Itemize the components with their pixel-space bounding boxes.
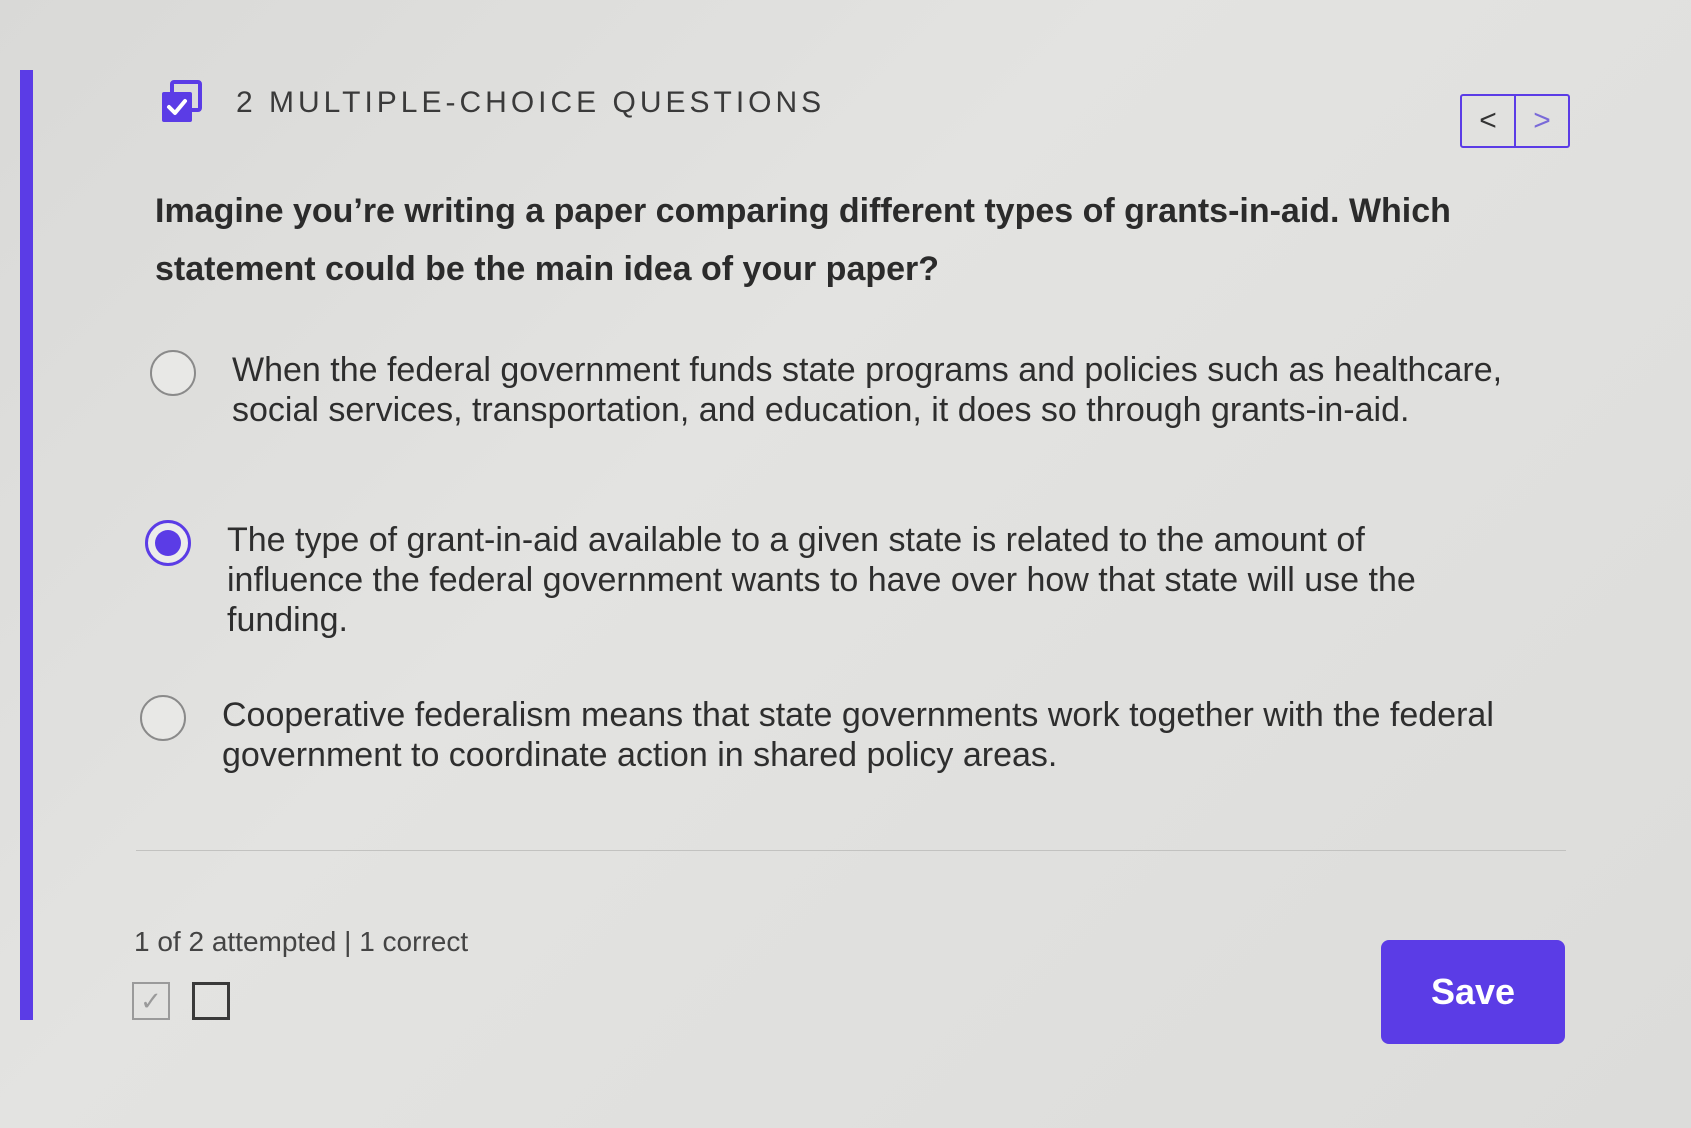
question-text: Imagine you’re writing a paper comparing… [155, 192, 1451, 288]
radio-button[interactable] [150, 350, 196, 396]
question-navigation: < > [1460, 94, 1570, 148]
accent-bar [20, 70, 33, 1020]
question-1-progress-box[interactable]: ✓ [132, 982, 170, 1020]
radio-button[interactable] [140, 695, 186, 741]
answer-option-1[interactable]: When the federal government funds state … [150, 350, 1550, 430]
radio-selected-dot [155, 530, 181, 556]
attempt-status: 1 of 2 attempted | 1 correct [134, 926, 469, 957]
answer-option-text: The type of grant-in-aid available to a … [227, 521, 1416, 639]
radio-button-selected[interactable] [145, 520, 191, 566]
answer-option-text: When the federal government funds state … [232, 351, 1503, 429]
next-question-button[interactable]: > [1516, 96, 1568, 146]
divider [136, 850, 1566, 851]
page-title: 2 MULTIPLE-CHOICE QUESTIONS [236, 86, 826, 119]
chevron-right-icon: > [1533, 104, 1551, 137]
question-progress: ✓ [132, 982, 230, 1020]
previous-question-button[interactable]: < [1462, 96, 1516, 146]
question-2-progress-box[interactable] [192, 982, 230, 1020]
checkmark-icon: ✓ [140, 985, 162, 1016]
answer-option-2[interactable]: The type of grant-in-aid available to a … [145, 520, 1545, 640]
answer-option-3[interactable]: Cooperative federalism means that state … [140, 695, 1540, 775]
checkbox-stack-icon [162, 80, 202, 122]
save-button[interactable]: Save [1381, 940, 1565, 1044]
answer-option-text: Cooperative federalism means that state … [222, 696, 1494, 774]
chevron-left-icon: < [1479, 104, 1497, 137]
